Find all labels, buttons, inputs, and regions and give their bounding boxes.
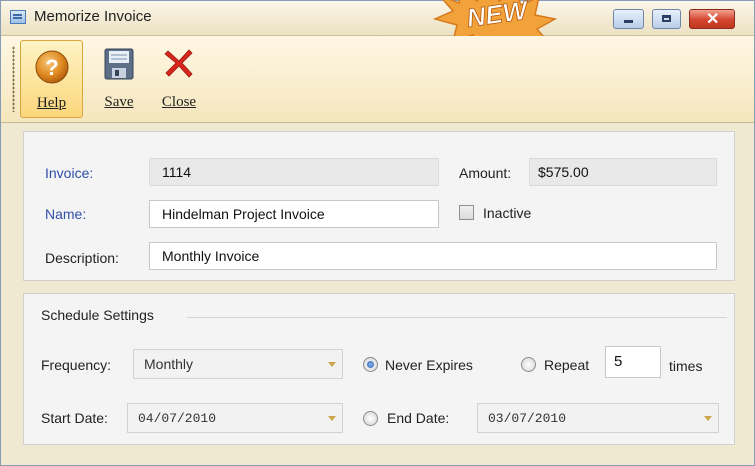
save-label: Save	[104, 94, 134, 110]
help-label: Help	[36, 95, 67, 111]
svg-text:?: ?	[45, 55, 58, 80]
memorize-invoice-window: Memorize Invoice NEW ✕ ? Help Save Close…	[0, 0, 755, 466]
description-label: Description:	[45, 250, 119, 266]
help-button[interactable]: ? Help	[20, 40, 83, 118]
floppy-disk-icon	[104, 48, 134, 80]
chevron-down-icon	[328, 416, 336, 421]
red-x-icon	[164, 49, 193, 78]
times-label: times	[669, 358, 703, 374]
frequency-value: Monthly	[144, 356, 194, 372]
never-expires-label: Never Expires	[385, 357, 473, 373]
name-label[interactable]: Name:	[45, 206, 86, 222]
name-field[interactable]: Hindelman Project Invoice	[149, 200, 439, 228]
close-window-button[interactable]: ✕	[689, 9, 735, 29]
start-date-label: Start Date:	[41, 410, 108, 426]
frequency-dropdown[interactable]: Monthly	[133, 349, 343, 379]
window-title: Memorize Invoice	[34, 8, 152, 25]
never-expires-radio[interactable]	[363, 357, 378, 372]
amount-field: $575.00	[529, 158, 717, 186]
repeat-label: Repeat	[544, 357, 590, 373]
save-button[interactable]: Save	[94, 40, 144, 118]
close-icon: ✕	[706, 11, 720, 28]
chevron-down-icon	[328, 362, 336, 367]
group-divider	[187, 317, 727, 318]
minimize-button[interactable]	[613, 9, 644, 29]
maximize-button[interactable]	[652, 9, 681, 29]
repeat-count-input[interactable]: 5	[605, 346, 661, 378]
invoice-number-field: 1114	[149, 158, 439, 186]
schedule-settings-label: Schedule Settings	[41, 307, 154, 323]
repeat-radio[interactable]	[521, 357, 536, 372]
description-field[interactable]: Monthly Invoice	[149, 242, 717, 270]
toolbar-grip[interactable]	[12, 46, 15, 112]
end-date-radio[interactable]	[363, 411, 378, 426]
minimize-icon	[624, 20, 633, 23]
end-date-label: End Date:	[387, 410, 450, 426]
start-date-picker[interactable]: 04/07/2010	[127, 403, 343, 433]
inactive-checkbox[interactable]	[459, 205, 474, 220]
question-circle-icon: ?	[35, 50, 68, 84]
toolbar: ? Help Save Close	[1, 36, 754, 123]
app-window-icon	[10, 10, 26, 24]
maximize-icon	[662, 15, 671, 22]
amount-label: Amount:	[459, 165, 512, 181]
invoice-label[interactable]: Invoice:	[45, 165, 93, 181]
start-date-value: 04/07/2010	[138, 411, 217, 426]
close-label: Close	[161, 94, 197, 110]
end-date-value: 03/07/2010	[488, 411, 567, 426]
frequency-label: Frequency:	[41, 357, 112, 373]
chevron-down-icon	[704, 416, 712, 421]
end-date-picker[interactable]: 03/07/2010	[477, 403, 719, 433]
inactive-label: Inactive	[483, 205, 532, 221]
title-bar[interactable]: Memorize Invoice NEW ✕	[1, 0, 754, 49]
close-button[interactable]: Close	[151, 40, 207, 118]
